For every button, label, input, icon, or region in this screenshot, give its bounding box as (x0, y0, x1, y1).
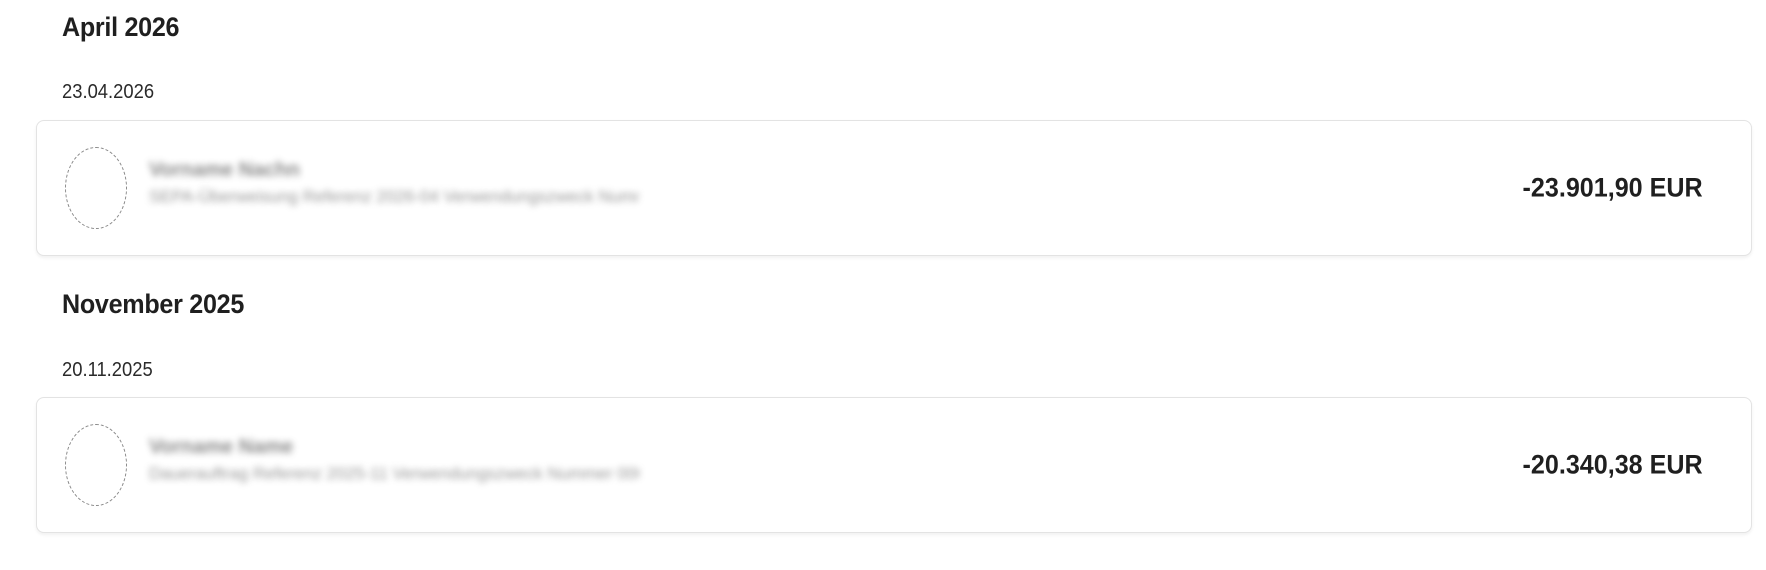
avatar-placeholder-icon (65, 424, 127, 506)
avatar-placeholder-icon (65, 147, 127, 229)
transaction-description: SEPA-Überweisung Referenz 2026-04 Verwen… (149, 187, 639, 206)
transaction-counterparty: Vorname Nachname (149, 159, 299, 181)
date-label: 23.04.2026 (62, 81, 155, 103)
transaction-amount: -23.901,90 EUR (1522, 172, 1703, 203)
transaction-text: Vorname Nachname SEPA-Überweisung Refere… (149, 159, 649, 215)
transaction-counterparty: Vorname Name (149, 436, 294, 458)
transaction-text: Vorname Name Dauerauftrag Referenz 2025-… (149, 436, 649, 492)
month-heading: November 2025 (62, 289, 245, 319)
transaction-amount: -20.340,38 EUR (1522, 449, 1703, 480)
month-heading: April 2026 (62, 12, 180, 42)
transaction-card[interactable]: Vorname Nachname SEPA-Überweisung Refere… (36, 120, 1752, 256)
transaction-card[interactable]: Vorname Name Dauerauftrag Referenz 2025-… (36, 397, 1752, 533)
transactions-page: April 2026 23.04.2026 Vorname Nachname S… (0, 0, 1766, 570)
date-label: 20.11.2025 (62, 359, 153, 381)
transaction-description: Dauerauftrag Referenz 2025-11 Verwendung… (149, 464, 639, 483)
